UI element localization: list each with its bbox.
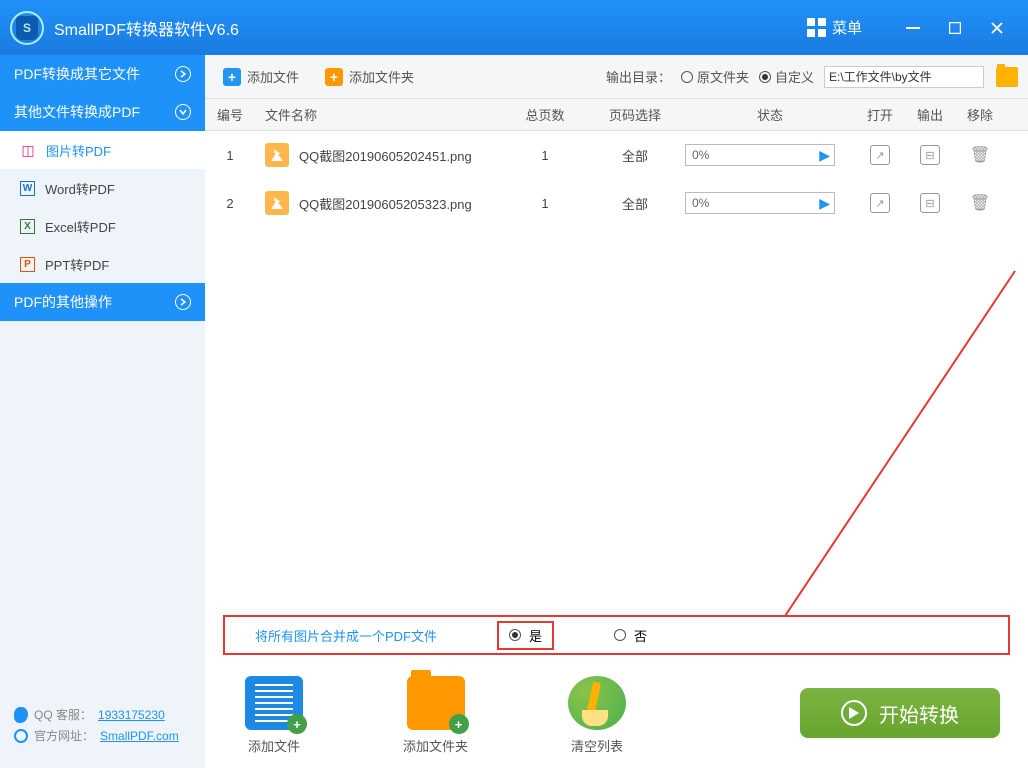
file-list: 1 QQ截图20190605202451.png 1 全部 0%▶ ↗ ⊟ 🗑 … bbox=[205, 131, 1028, 615]
col-remove: 移除 bbox=[955, 105, 1005, 124]
menu-button[interactable]: 菜单 bbox=[832, 17, 862, 38]
section-other-to-pdf[interactable]: 其他文件转换成PDF bbox=[0, 93, 205, 131]
image-file-icon bbox=[265, 191, 289, 215]
browse-folder-button[interactable] bbox=[996, 67, 1018, 87]
plus-icon: + bbox=[325, 68, 343, 86]
open-button[interactable]: ↗ bbox=[870, 145, 890, 165]
cell-pages: 1 bbox=[505, 148, 585, 163]
cell-filename: QQ截图20190605205323.png bbox=[299, 194, 472, 213]
remove-button[interactable]: 🗑 bbox=[970, 145, 990, 165]
sidebar-item-label: Excel转PDF bbox=[45, 217, 116, 236]
progress-bar[interactable]: 0%▶ bbox=[685, 144, 835, 166]
output-button[interactable]: ⊟ bbox=[920, 193, 940, 213]
col-index: 编号 bbox=[205, 105, 255, 124]
start-convert-button[interactable]: 开始转换 bbox=[800, 688, 1000, 738]
col-status: 状态 bbox=[685, 105, 855, 124]
ppt-icon: P bbox=[20, 257, 35, 272]
output-path-input[interactable]: E:\工作文件\by文件 bbox=[824, 66, 984, 88]
globe-icon bbox=[14, 729, 28, 743]
toolbar: + 添加文件 + 添加文件夹 输出目录： 原文件夹 自定义 E:\工作文件\by文件 bbox=[205, 55, 1028, 99]
sidebar-item-excel-to-pdf[interactable]: X Excel转PDF bbox=[0, 207, 205, 245]
col-open: 打开 bbox=[855, 105, 905, 124]
play-icon: ▶ bbox=[819, 147, 830, 164]
col-pages: 总页数 bbox=[505, 105, 585, 124]
clear-list-action[interactable]: 清空列表 bbox=[568, 676, 626, 755]
app-logo-icon: S bbox=[10, 11, 44, 45]
play-icon: ▶ bbox=[819, 195, 830, 212]
cell-page-select[interactable]: 全部 bbox=[585, 146, 685, 165]
chevron-down-icon bbox=[175, 104, 191, 120]
table-header: 编号 文件名称 总页数 页码选择 状态 打开 输出 移除 bbox=[205, 99, 1028, 131]
radio-source-folder[interactable]: 原文件夹 bbox=[681, 67, 749, 86]
merge-option-label: 将所有图片合并成一个PDF文件 bbox=[255, 626, 437, 645]
qq-icon bbox=[14, 707, 28, 723]
section-label: 其他文件转换成PDF bbox=[14, 102, 140, 122]
section-pdf-other-ops[interactable]: PDF的其他操作 bbox=[0, 283, 205, 321]
main-panel: + 添加文件 + 添加文件夹 输出目录： 原文件夹 自定义 E:\工作文件\by文件… bbox=[205, 55, 1028, 768]
cell-index: 1 bbox=[205, 148, 255, 163]
site-link[interactable]: SmallPDF.com bbox=[100, 729, 179, 743]
col-page-select: 页码选择 bbox=[585, 105, 685, 124]
qq-link[interactable]: 1933175230 bbox=[98, 708, 165, 722]
site-label: 官方网址： bbox=[34, 727, 94, 744]
add-file-icon bbox=[245, 676, 303, 730]
image-icon: ◫ bbox=[20, 142, 36, 158]
open-button[interactable]: ↗ bbox=[870, 193, 890, 213]
sidebar-item-label: PPT转PDF bbox=[45, 255, 109, 274]
cell-filename: QQ截图20190605202451.png bbox=[299, 146, 472, 165]
add-folder-button[interactable]: + 添加文件夹 bbox=[317, 63, 422, 90]
add-file-button[interactable]: + 添加文件 bbox=[215, 63, 307, 90]
play-circle-icon bbox=[841, 700, 867, 726]
cell-index: 2 bbox=[205, 196, 255, 211]
close-button[interactable] bbox=[982, 18, 1012, 38]
sidebar-item-label: 图片转PDF bbox=[46, 141, 111, 160]
sidebar-item-ppt-to-pdf[interactable]: P PPT转PDF bbox=[0, 245, 205, 283]
excel-icon: X bbox=[20, 219, 35, 234]
col-output: 输出 bbox=[905, 105, 955, 124]
button-label: 添加文件夹 bbox=[349, 67, 414, 86]
table-row[interactable]: 2 QQ截图20190605205323.png 1 全部 0%▶ ↗ ⊟ 🗑 bbox=[205, 179, 1028, 227]
sidebar-item-label: Word转PDF bbox=[45, 179, 115, 198]
merge-option-bar: 将所有图片合并成一个PDF文件 是 否 bbox=[223, 615, 1010, 655]
chevron-right-icon bbox=[175, 294, 191, 310]
sidebar-item-image-to-pdf[interactable]: ◫ 图片转PDF bbox=[0, 131, 205, 169]
cell-page-select[interactable]: 全部 bbox=[585, 194, 685, 213]
plus-icon: + bbox=[223, 68, 241, 86]
chevron-right-icon bbox=[175, 66, 191, 82]
add-folder-action[interactable]: 添加文件夹 bbox=[403, 676, 468, 755]
sidebar-item-word-to-pdf[interactable]: W Word转PDF bbox=[0, 169, 205, 207]
cell-pages: 1 bbox=[505, 196, 585, 211]
qq-label: QQ 客服： bbox=[34, 706, 92, 723]
col-filename: 文件名称 bbox=[255, 105, 505, 124]
section-label: PDF的其他操作 bbox=[14, 292, 112, 312]
radio-yes[interactable]: 是 bbox=[497, 621, 554, 650]
output-button[interactable]: ⊟ bbox=[920, 145, 940, 165]
sidebar: PDF转换成其它文件 其他文件转换成PDF ◫ 图片转PDF W Word转PD… bbox=[0, 55, 205, 768]
output-dir-label: 输出目录： bbox=[606, 67, 671, 86]
section-pdf-to-other[interactable]: PDF转换成其它文件 bbox=[0, 55, 205, 93]
menu-grid-icon[interactable] bbox=[807, 18, 826, 37]
add-file-action[interactable]: 添加文件 bbox=[245, 676, 303, 755]
sidebar-footer: QQ 客服： 1933175230 官方网址： SmallPDF.com bbox=[0, 692, 205, 768]
progress-bar[interactable]: 0%▶ bbox=[685, 192, 835, 214]
radio-custom-folder[interactable]: 自定义 bbox=[759, 67, 814, 86]
annotation-arrow-icon bbox=[745, 261, 1025, 615]
remove-button[interactable]: 🗑 bbox=[970, 193, 990, 213]
app-title: SmallPDF转换器软件V6.6 bbox=[54, 16, 239, 40]
table-row[interactable]: 1 QQ截图20190605202451.png 1 全部 0%▶ ↗ ⊟ 🗑 bbox=[205, 131, 1028, 179]
minimize-button[interactable] bbox=[898, 18, 928, 38]
broom-icon bbox=[568, 676, 626, 730]
add-folder-icon bbox=[407, 676, 465, 730]
maximize-button[interactable] bbox=[940, 18, 970, 38]
section-label: PDF转换成其它文件 bbox=[14, 64, 140, 84]
titlebar: S SmallPDF转换器软件V6.6 菜单 bbox=[0, 0, 1028, 55]
button-label: 添加文件 bbox=[247, 67, 299, 86]
bottom-actions: 添加文件 添加文件夹 清空列表 开始转换 bbox=[205, 663, 1028, 768]
image-file-icon bbox=[265, 143, 289, 167]
word-icon: W bbox=[20, 181, 35, 196]
radio-no[interactable]: 否 bbox=[614, 626, 647, 645]
